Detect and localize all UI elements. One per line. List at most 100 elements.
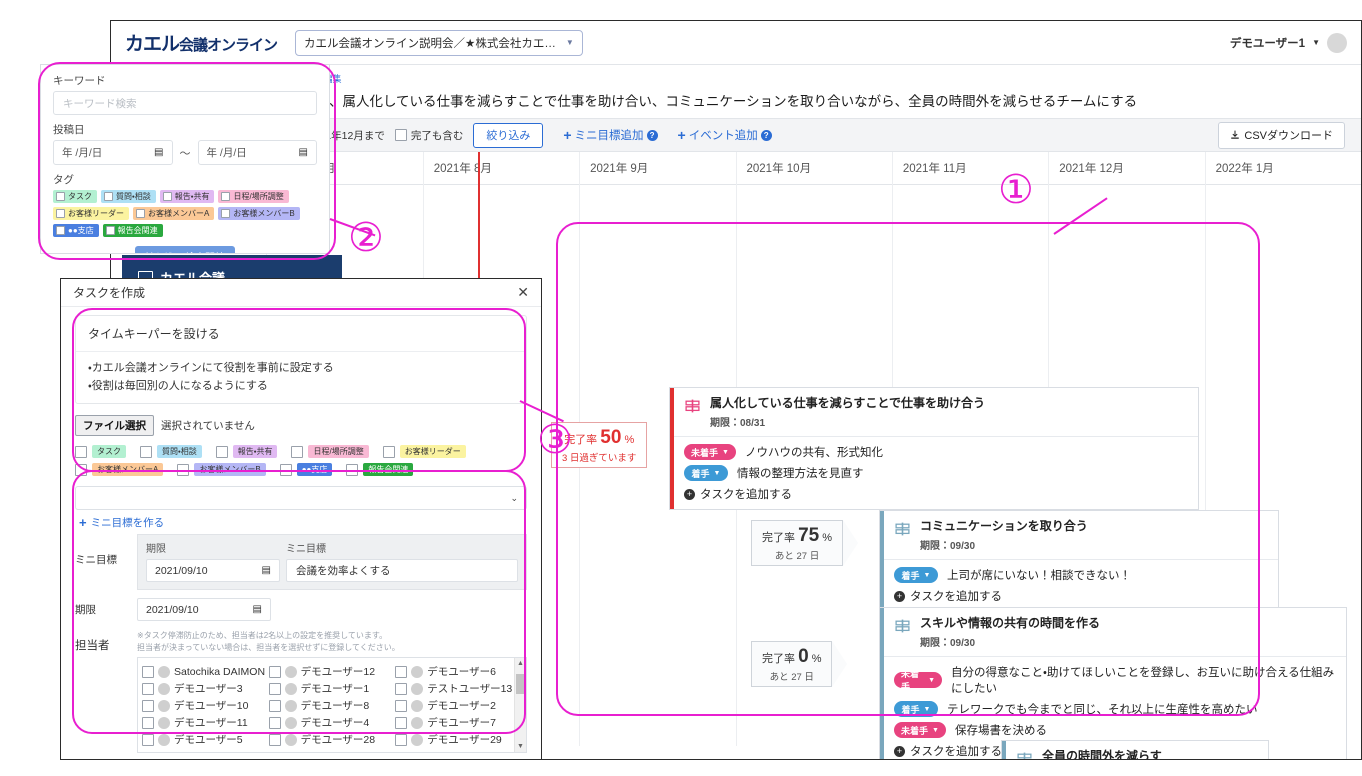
task-row[interactable]: 着手 ▼ 上司が席にいない！相談できない！: [894, 567, 1268, 583]
task-status-badge[interactable]: 着手 ▼: [894, 567, 938, 583]
checkbox-box[interactable]: [142, 665, 154, 678]
assignee-item[interactable]: デモユーザー3: [142, 680, 269, 697]
task-detail-input[interactable]: ・カエル会議オンラインにて役割を事前に設定する ・役割は毎回別の人になるようにす…: [76, 352, 526, 403]
assignee-item[interactable]: デモユーザー8: [268, 697, 396, 714]
task-row[interactable]: 未着手 ▼ 保存場書を決める: [894, 722, 1336, 738]
avatar[interactable]: [1327, 32, 1347, 53]
task-row[interactable]: 着手 ▼ 情報の整理方法を見直す: [684, 465, 1188, 481]
checkbox-box[interactable]: [268, 682, 281, 695]
task-status-badge[interactable]: 未着手 ▼: [894, 722, 946, 738]
task-row[interactable]: 未着手 ▼ ノウハウの共有、形式知化: [684, 444, 1188, 460]
dialog-tag-item[interactable]: 報告・共有: [215, 445, 278, 459]
assignee-item[interactable]: デモユーザー11: [142, 714, 269, 731]
add-task-button[interactable]: + タスクを追加する: [684, 486, 1188, 502]
assignee-item[interactable]: テストユーザー13: [395, 680, 522, 697]
checkbox-box[interactable]: [268, 716, 281, 729]
checkbox-box[interactable]: [268, 733, 281, 746]
checkbox-box[interactable]: [142, 682, 154, 695]
task-status-badge[interactable]: 未着手 ▼: [894, 669, 943, 692]
dialog-tag-item[interactable]: ●●支店: [279, 463, 333, 477]
assignee-item[interactable]: デモユーザー10: [142, 697, 269, 714]
tag-filter-item[interactable]: ●●支店: [53, 224, 99, 237]
calendar-icon[interactable]: ▤: [299, 147, 308, 158]
tag-filter-item[interactable]: 日程/場所調整: [218, 190, 289, 203]
checkbox-box[interactable]: [395, 682, 408, 695]
scrollbar-thumb[interactable]: [516, 674, 525, 695]
assignee-item[interactable]: デモユーザー2: [395, 697, 522, 714]
task-status-badge[interactable]: 着手 ▼: [894, 701, 938, 717]
add-mini-goal-button[interactable]: + ミニ目標追加 ?: [563, 127, 658, 143]
dialog-tag-item[interactable]: 報告会関連: [346, 463, 414, 477]
close-icon[interactable]: ✕: [517, 284, 529, 301]
checkbox-box[interactable]: [291, 445, 304, 458]
dialog-tag-item[interactable]: 質問・相談: [140, 445, 202, 459]
checkbox-box[interactable]: [140, 445, 152, 458]
assignee-list-scrollbar[interactable]: ▲ ▼: [514, 658, 526, 753]
scroll-up-arrow-icon[interactable]: ▲: [517, 660, 524, 667]
dialog-tag-item[interactable]: お客様メンバーA: [75, 463, 164, 477]
include-done-checkbox[interactable]: 完了も含む: [394, 128, 463, 143]
milestone-card[interactable]: コミュニケーションを取り合う 期限：09/30 着手 ▼ 上司が席にいない！相談で…: [879, 510, 1279, 612]
checkbox-box[interactable]: [142, 699, 154, 712]
checkbox-box[interactable]: [395, 665, 408, 678]
add-task-button[interactable]: + タスクを追加する: [894, 588, 1268, 604]
checkbox-box[interactable]: [142, 733, 154, 746]
task-row[interactable]: 未着手 ▼ 自分の得意なこと・助けてほしいことを登録し、お互いに助け合える仕組みに…: [894, 664, 1336, 696]
assignee-item[interactable]: デモユーザー12: [268, 663, 396, 680]
csv-download-button[interactable]: CSVダウンロード: [1218, 121, 1345, 149]
keyword-input[interactable]: キーワード検索: [53, 91, 317, 115]
checkbox-box[interactable]: [75, 445, 87, 458]
date-to-input[interactable]: 年 /月/日 ▤: [197, 140, 317, 165]
dialog-tag-item[interactable]: 日程/場所調整: [291, 445, 369, 459]
due-date-input[interactable]: 2021/09/10 ▤: [137, 598, 271, 622]
assignee-item[interactable]: デモユーザー7: [395, 714, 522, 731]
checkbox-box[interactable]: [395, 699, 408, 712]
mini-goal-text-input[interactable]: 会議を効率よくする: [286, 559, 518, 583]
tag-filter-item[interactable]: お客様メンバーA: [133, 207, 215, 220]
add-event-button[interactable]: + イベント追加 ?: [678, 127, 772, 143]
assignee-item[interactable]: デモユーザー6: [395, 663, 522, 680]
tag-filter-item[interactable]: 報告会関連: [102, 224, 163, 237]
create-mini-goal-button[interactable]: + ミニ目標を作る: [79, 515, 527, 530]
tag-filter-item[interactable]: 報告・共有: [159, 190, 215, 203]
dialog-tag-item[interactable]: タスク: [75, 445, 126, 459]
checkbox-box[interactable]: [215, 445, 228, 458]
project-selector[interactable]: カエル会議オンライン説明会／★株式会社カエ… ▼: [295, 29, 583, 56]
task-status-badge[interactable]: 着手 ▼: [684, 465, 728, 481]
milestone-card[interactable]: スキルや情報の共有の時間を作る 期限：09/30 未着手 ▼ 自分の得意なこと・助…: [879, 607, 1347, 759]
checkbox-box[interactable]: [279, 463, 292, 476]
assignee-item[interactable]: デモユーザー29: [395, 731, 522, 748]
checkbox-box[interactable]: [268, 665, 281, 678]
assignee-item[interactable]: デモユーザー4: [268, 714, 396, 731]
calendar-icon[interactable]: ▤: [253, 604, 262, 615]
checkbox-box[interactable]: [395, 716, 408, 729]
checkbox-box[interactable]: [142, 716, 154, 729]
task-row[interactable]: 着手 ▼ テレワークでも今までと同じ、それ以上に生産性を高めたい: [894, 701, 1336, 717]
tag-filter-item[interactable]: 質問・相談: [101, 190, 156, 203]
checkbox-box[interactable]: [268, 699, 281, 712]
mini-goal-date-input[interactable]: 2021/09/10 ▤: [146, 559, 280, 583]
tag-filter-item[interactable]: タスク: [53, 190, 97, 203]
milestone-card[interactable]: 属人化している仕事を減らすことで仕事を助け合う 期限：08/31 未着手 ▼ ノウ…: [669, 387, 1199, 510]
checkbox-box[interactable]: [75, 463, 87, 476]
calendar-icon[interactable]: ▤: [262, 565, 271, 576]
user-menu-label[interactable]: デモユーザー1: [1230, 35, 1305, 51]
assignee-item[interactable]: デモユーザー5: [142, 731, 269, 748]
tag-filter-item[interactable]: お客様メンバーB: [218, 207, 300, 220]
assignee-item[interactable]: デモユーザー1: [268, 680, 396, 697]
dialog-tag-item[interactable]: お客様リーダー: [382, 445, 466, 459]
task-title-input[interactable]: タイムキーパーを設ける: [76, 316, 526, 352]
checkbox-box[interactable]: [346, 463, 359, 476]
date-from-input[interactable]: 年 /月/日 ▤: [53, 140, 173, 165]
assignee-item[interactable]: デモユーザー28: [268, 731, 396, 748]
milestone-select[interactable]: ⌄: [75, 486, 527, 511]
chevron-down-icon[interactable]: ▼: [1312, 38, 1320, 47]
milestone-card[interactable]: 全員の時間外を減らす 期限：10/31 未着手▼ 18時に定時退社！ + タスク…: [1001, 740, 1269, 759]
task-status-badge[interactable]: 未着手 ▼: [684, 444, 736, 460]
dialog-tag-item[interactable]: お客様メンバーB: [177, 463, 266, 477]
assignee-item[interactable]: Satochika DAIMON: [142, 663, 269, 680]
tag-filter-item[interactable]: お客様リーダー: [53, 207, 129, 220]
scroll-down-arrow-icon[interactable]: ▼: [517, 743, 524, 750]
start-filter-search-button[interactable]: 絞り込み検索開始: [135, 246, 235, 253]
help-icon[interactable]: ?: [760, 129, 772, 141]
